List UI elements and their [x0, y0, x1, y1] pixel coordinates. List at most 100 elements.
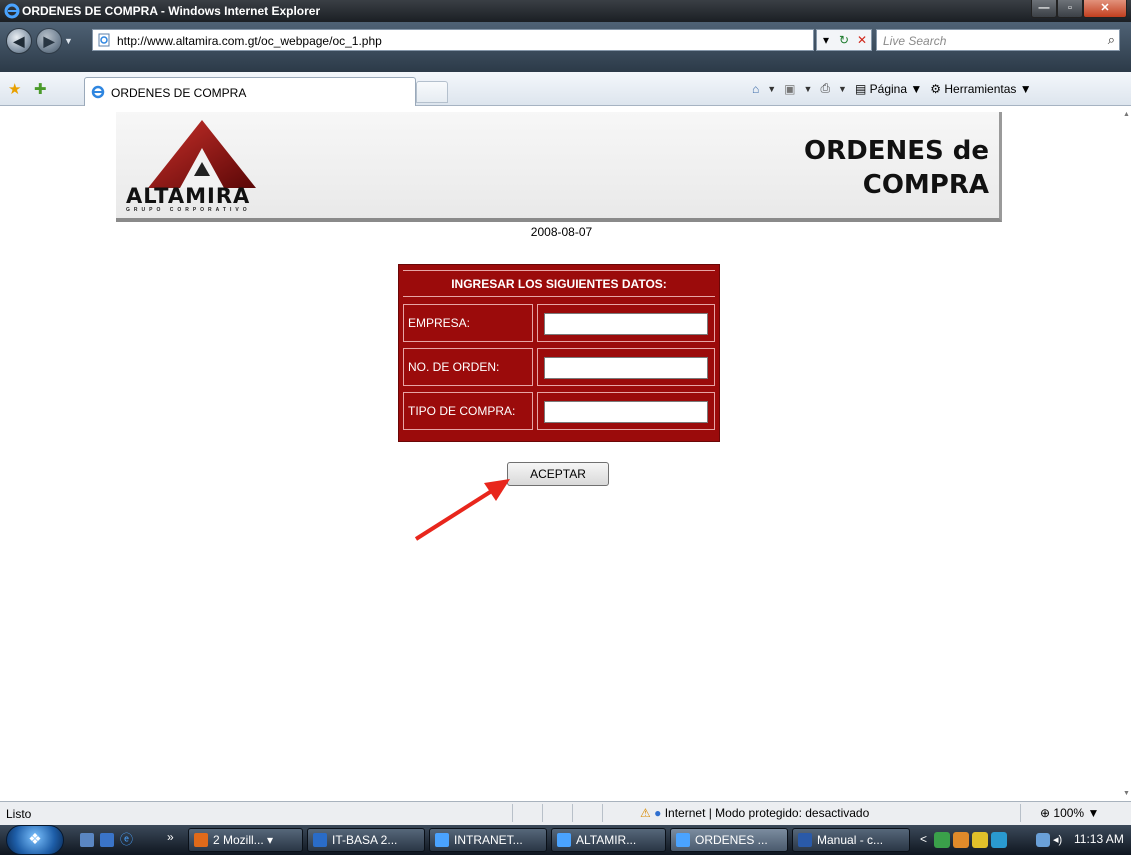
empresa-label: EMPRESA: [403, 304, 533, 342]
forward-arrow-icon: ▶ [43, 33, 55, 49]
altamira-logo-icon [148, 120, 256, 188]
switch-windows-icon[interactable] [100, 833, 114, 847]
task-manual[interactable]: Manual - c... [792, 828, 910, 852]
status-text: Listo [6, 807, 32, 821]
tray-expand-icon[interactable]: < [920, 832, 927, 846]
task-ordenes[interactable]: ORDENES ... [670, 828, 788, 852]
security-zone[interactable]: ⚠ ● Internet | Modo protegido: desactiva… [640, 806, 869, 820]
address-dropdown-icon[interactable]: ▾ [817, 30, 835, 50]
page-title-line1: ORDENES de [803, 136, 989, 166]
search-icon[interactable]: ⌕ [1108, 32, 1115, 48]
form-heading: INGRESAR LOS SIGUIENTES DATOS: [403, 270, 715, 297]
rss-icon[interactable]: ▣ [784, 82, 795, 96]
logo-name: ALTAMIRA [126, 184, 251, 208]
page-menu-label: Página [869, 81, 908, 96]
header-banner: ALTAMIRA GRUPO CORPORATIVO ORDENES de CO… [116, 112, 1002, 222]
zoom-level: 100% [1053, 806, 1085, 820]
back-button[interactable]: ◀ [6, 28, 32, 54]
task-intranet[interactable]: INTRANET... [429, 828, 547, 852]
tipo-compra-label: TIPO DE COMPRA: [403, 392, 533, 430]
minimize-button[interactable]: — [1031, 0, 1057, 18]
stop-icon[interactable]: ✕ [853, 30, 871, 50]
task-label: IT-BASA 2... [332, 833, 398, 847]
data-entry-form: INGRESAR LOS SIGUIENTES DATOS: EMPRESA: … [398, 264, 720, 442]
ie-icon [557, 833, 571, 847]
system-tray-status: ◂) [1036, 828, 1067, 852]
forward-button[interactable]: ▶ [36, 28, 62, 54]
add-star-icon[interactable]: ✚ [34, 80, 47, 98]
numero-orden-input[interactable] [544, 357, 708, 379]
status-cells [512, 804, 632, 822]
print-icon[interactable]: ⎙ [820, 81, 830, 96]
window-titlebar[interactable]: ORDENES DE COMPRA - Windows Internet Exp… [0, 0, 1131, 22]
warning-icon: ⚠ [640, 806, 651, 820]
status-divider [1020, 804, 1021, 822]
url-text: http://www.altamira.com.gt/oc_webpage/oc… [117, 34, 382, 48]
windows-logo-icon: ❖ [28, 831, 42, 848]
app-icon [313, 833, 327, 847]
address-input[interactable]: http://www.altamira.com.gt/oc_webpage/oc… [92, 29, 814, 51]
task-label: 2 Mozill... [213, 833, 264, 847]
network-icon[interactable] [1036, 833, 1050, 847]
scroll-down-icon[interactable]: ▼ [1123, 790, 1130, 797]
firefox-icon [194, 833, 208, 847]
empresa-input[interactable] [544, 313, 708, 335]
tray-mail-icon[interactable] [934, 832, 950, 848]
ie-page-icon [91, 85, 105, 99]
address-toolbar: ◀ ▶ ▼ http://www.altamira.com.gt/oc_webp… [0, 22, 1131, 72]
gear-icon: ⚙ [930, 81, 942, 96]
ie-logo-icon [4, 3, 20, 19]
new-tab-button[interactable] [416, 81, 448, 103]
window-title: ORDENES DE COMPRA - Windows Internet Exp… [22, 4, 321, 18]
globe-icon: ● [654, 806, 662, 820]
search-input[interactable]: Live Search ⌕ [876, 29, 1120, 51]
page-title: ORDENES de COMPRA [804, 134, 989, 202]
back-arrow-icon: ◀ [13, 33, 25, 49]
tray-update-icon[interactable] [991, 832, 1007, 848]
clock[interactable]: 11:13 AM [1074, 832, 1124, 846]
aceptar-button[interactable]: ACEPTAR [507, 462, 609, 486]
tipo-compra-cell [537, 392, 715, 430]
maximize-button[interactable]: ▫ [1057, 0, 1083, 18]
start-button[interactable]: ❖ [6, 825, 64, 855]
tray-messenger-icon[interactable] [972, 832, 988, 848]
home-icon[interactable]: ⌂ [752, 82, 759, 96]
ie-quicklaunch-icon[interactable]: ⓔ [120, 833, 134, 847]
task-label: ALTAMIR... [576, 833, 637, 847]
system-tray [934, 828, 1007, 852]
tools-menu-label: Herramientas [944, 81, 1017, 96]
ie-icon [435, 833, 449, 847]
tab-ordenes-de-compra[interactable]: ORDENES DE COMPRA [84, 77, 416, 106]
page-icon [98, 33, 110, 47]
task-label: ORDENES ... [695, 833, 768, 847]
close-button[interactable]: ✕ [1083, 0, 1127, 18]
windows-taskbar: ❖ ⓔ » 2 Mozill... ▾ IT-BASA 2... INTRANE… [0, 825, 1131, 855]
show-desktop-icon[interactable] [80, 833, 94, 847]
tools-menu[interactable]: ⚙ Herramientas ▼ [930, 82, 1031, 96]
tipo-compra-input[interactable] [544, 401, 708, 423]
task-altamira[interactable]: ALTAMIR... [551, 828, 666, 852]
history-dropdown-icon[interactable]: ▼ [64, 36, 73, 46]
task-label: INTRANET... [454, 833, 523, 847]
task-it-basa[interactable]: IT-BASA 2... [307, 828, 425, 852]
page-title-line2: COMPRA [862, 170, 989, 200]
page-icon: ▤ [854, 81, 867, 96]
tab-bar: ★ ✚ ORDENES DE COMPRA ⌂ ▼ ▣ ▼ ⎙ ▼ ▤ Página … [0, 72, 1131, 106]
numero-orden-label: NO. DE ORDEN: [403, 348, 533, 386]
tray-app-icon[interactable] [953, 832, 969, 848]
scroll-up-icon[interactable]: ▲ [1123, 111, 1130, 118]
numero-orden-cell [537, 348, 715, 386]
page-menu[interactable]: ▤ Página ▼ [855, 82, 922, 96]
vertical-scrollbar[interactable]: ▲ ▼ [1123, 107, 1131, 801]
zoom-control[interactable]: ⊕ 100% ▼ [1040, 806, 1099, 820]
zoom-icon: ⊕ [1040, 806, 1051, 820]
star-icon[interactable]: ★ [8, 80, 21, 98]
empresa-cell [537, 304, 715, 342]
task-mozilla[interactable]: 2 Mozill... ▾ [188, 828, 303, 852]
zone-text: Internet | Modo protegido: desactivado [664, 806, 870, 820]
search-placeholder: Live Search [883, 34, 947, 48]
refresh-icon[interactable]: ↻ [835, 30, 853, 50]
logo-subtitle: GRUPO CORPORATIVO [126, 207, 251, 213]
volume-icon[interactable]: ◂) [1053, 832, 1067, 848]
quicklaunch-more-icon[interactable]: » [167, 830, 174, 844]
